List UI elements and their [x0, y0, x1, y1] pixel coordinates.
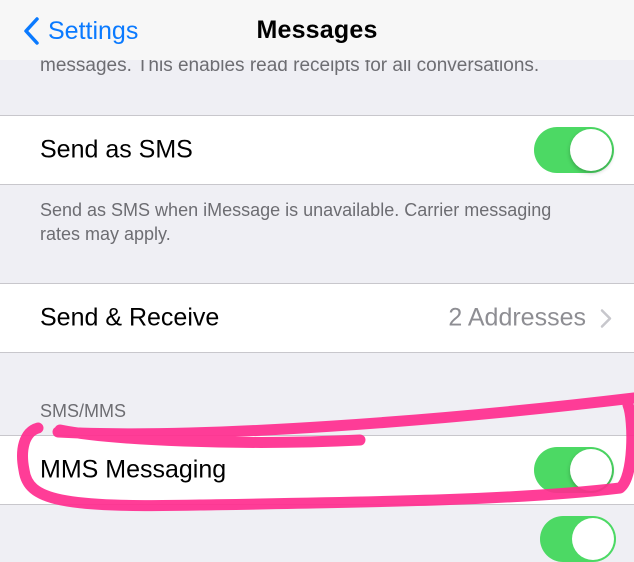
page-title: Messages: [256, 16, 378, 44]
send-receive-row[interactable]: Send & Receive 2 Addresses: [0, 283, 634, 353]
mms-messaging-row: MMS Messaging: [0, 435, 634, 505]
send-receive-value: 2 Addresses: [448, 303, 586, 332]
mms-messaging-toggle[interactable]: [534, 447, 614, 493]
toggle-knob: [570, 449, 612, 491]
chevron-right-icon: [600, 308, 612, 328]
next-toggle-partial[interactable]: [540, 516, 616, 562]
send-receive-detail: 2 Addresses: [448, 304, 612, 333]
navigation-bar: Settings Messages: [0, 0, 634, 60]
mms-messaging-label: MMS Messaging: [40, 455, 227, 484]
toggle-knob: [572, 518, 614, 560]
send-receive-label: Send & Receive: [40, 303, 220, 332]
toggle-knob: [570, 129, 612, 171]
send-as-sms-row: Send as SMS: [0, 115, 634, 185]
sms-mms-section-header: SMS/MMS: [40, 401, 127, 421]
send-as-sms-label: Send as SMS: [40, 135, 193, 164]
send-as-sms-toggle[interactable]: [534, 127, 614, 173]
send-as-sms-footer: Send as SMS when iMessage is unavailable…: [40, 200, 552, 244]
